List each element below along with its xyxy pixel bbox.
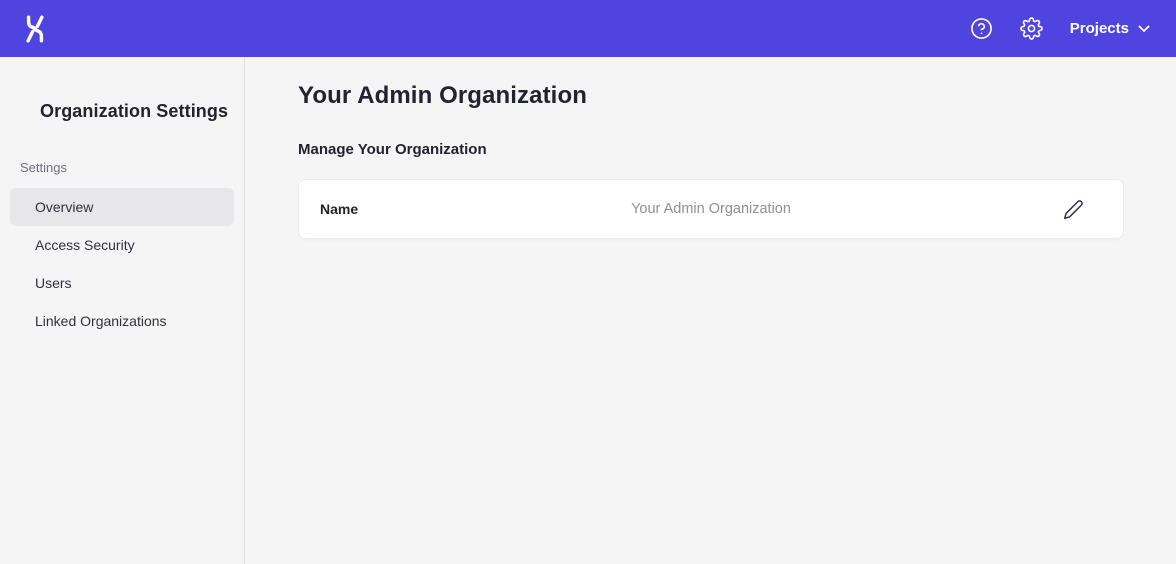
organization-settings-page: Projects Organization Settings Settings … [0,0,1176,564]
brand-logo[interactable] [22,14,48,44]
sidebar-title: Organization Settings [40,101,244,122]
sidebar-item-users[interactable]: Users [10,264,234,302]
projects-dropdown-label: Projects [1070,20,1129,37]
projects-dropdown[interactable]: Projects [1070,20,1150,37]
gear-icon [1020,17,1043,40]
sidebar-nav: Overview Access Security Users Linked Or… [10,188,234,340]
organization-name-card: Name Your Admin Organization [298,179,1124,239]
name-field-label: Name [299,201,358,217]
top-navigation-bar: Projects [0,0,1176,57]
mixpanel-x-logo-icon [22,14,48,44]
sidebar-section-label: Settings [20,160,244,175]
section-title: Manage Your Organization [298,141,1124,158]
topbar-actions: Projects [970,17,1150,41]
pencil-edit-icon [1063,199,1084,220]
settings-sidebar: Organization Settings Settings Overview … [0,57,245,564]
sidebar-item-overview[interactable]: Overview [10,188,234,226]
sidebar-item-access-security[interactable]: Access Security [10,226,234,264]
sidebar-item-linked-organizations[interactable]: Linked Organizations [10,302,234,340]
edit-name-button[interactable] [1062,198,1084,220]
name-field-value: Your Admin Organization [631,201,791,217]
page-title: Your Admin Organization [298,82,1124,110]
main-content: Your Admin Organization Manage Your Orga… [246,57,1176,564]
help-circle-icon [970,17,993,40]
help-button[interactable] [970,17,994,41]
settings-button[interactable] [1020,17,1044,41]
chevron-down-icon [1138,25,1150,33]
